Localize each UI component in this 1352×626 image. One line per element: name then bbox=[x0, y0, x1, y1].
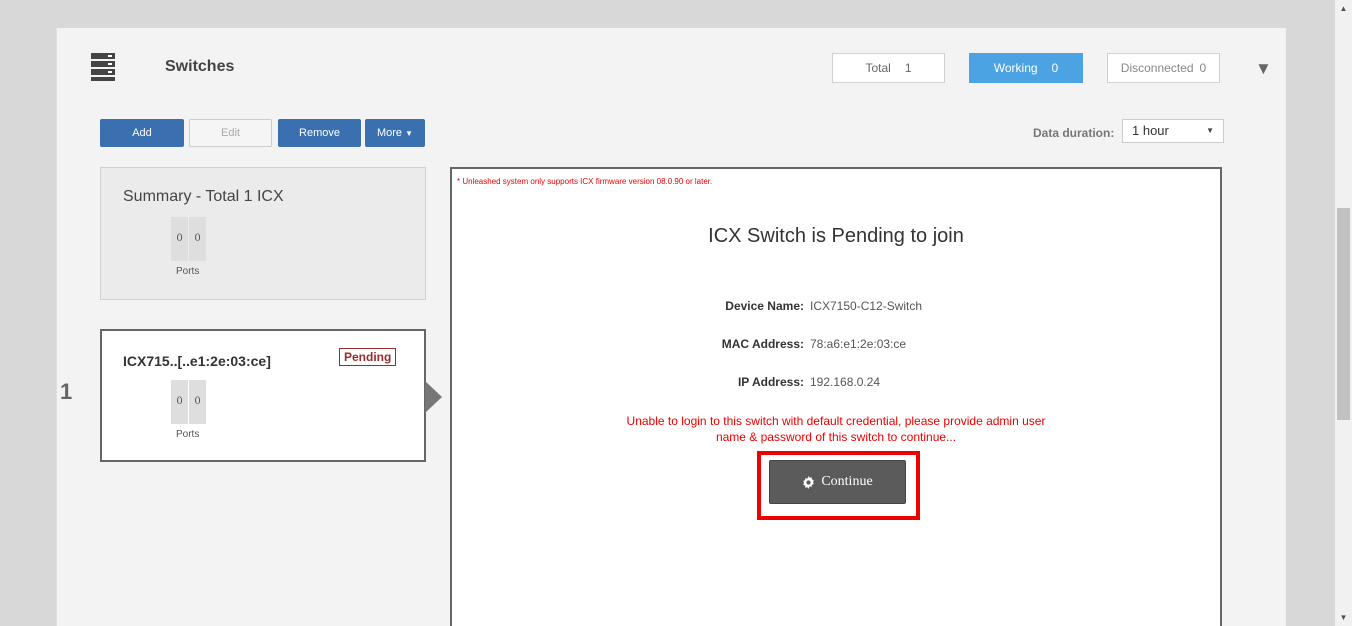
firmware-note: * Unleashed system only supports ICX fir… bbox=[457, 177, 713, 186]
collapse-triangle-icon[interactable]: ▼ bbox=[1255, 59, 1272, 79]
ports-label: Ports bbox=[176, 429, 200, 440]
total-label: Total bbox=[865, 61, 891, 75]
device-name-key: Device Name: bbox=[725, 299, 804, 313]
port-count-box: 0 bbox=[189, 217, 206, 261]
more-label: More bbox=[376, 127, 403, 139]
port-count-box: 0 bbox=[171, 217, 188, 261]
edit-button[interactable]: Edit bbox=[189, 119, 272, 147]
error-line: name & password of this switch to contin… bbox=[715, 430, 957, 444]
mac-address-value: 78:a6:e1:2e:03:ce bbox=[810, 337, 907, 351]
remove-button[interactable]: Remove bbox=[278, 119, 361, 147]
mac-address-key: MAC Address: bbox=[721, 337, 804, 351]
disconnected-label: Disconnected bbox=[1120, 61, 1194, 75]
port-count-box: 0 bbox=[189, 380, 206, 424]
scroll-down-icon[interactable]: ▼ bbox=[1335, 609, 1352, 626]
working-value: 0 bbox=[1051, 61, 1059, 75]
status-badge: Pending bbox=[339, 348, 397, 366]
detail-title: ICX Switch is Pending to join bbox=[708, 225, 964, 247]
summary-card[interactable]: Summary - Total 1 ICX 0 0 Ports bbox=[100, 167, 426, 300]
gear-icon bbox=[803, 475, 815, 489]
continue-label: Continue bbox=[821, 474, 873, 489]
ip-address-value: 192.168.0.24 bbox=[810, 375, 881, 389]
port-count-box: 0 bbox=[171, 380, 188, 424]
working-label: Working bbox=[993, 61, 1038, 75]
data-duration-label: Data duration: bbox=[1033, 126, 1115, 140]
vertical-scrollbar[interactable]: ▲ ▼ bbox=[1335, 0, 1352, 626]
caret-down-icon: ▼ bbox=[1206, 126, 1214, 135]
app-frame: Switches Total 1 Working 0 Disconnected … bbox=[0, 0, 1335, 626]
ports-label: Ports bbox=[176, 266, 200, 277]
selection-pointer-arrow bbox=[425, 381, 442, 413]
scrollbar-thumb[interactable] bbox=[1337, 208, 1350, 420]
total-count-badge[interactable]: Total 1 bbox=[832, 53, 945, 83]
page-title: Switches bbox=[165, 58, 235, 75]
add-button[interactable]: Add bbox=[100, 119, 184, 147]
disconnected-value: 0 bbox=[1199, 61, 1207, 75]
error-line: Unable to login to this switch with defa… bbox=[626, 414, 1046, 428]
device-card[interactable]: ICX715..[..e1:2e:03:ce] Pending 0 0 Port… bbox=[100, 329, 426, 462]
total-value: 1 bbox=[904, 61, 912, 75]
device-name: ICX715..[..e1:2e:03:ce] bbox=[123, 353, 271, 369]
working-count-badge[interactable]: Working 0 bbox=[969, 53, 1083, 83]
duration-value: 1 hour bbox=[1132, 123, 1169, 138]
login-error-message: Unable to login to this switch with defa… bbox=[452, 413, 1220, 445]
row-number: 1 bbox=[60, 379, 73, 404]
scroll-up-icon[interactable]: ▲ bbox=[1335, 0, 1352, 17]
device-detail-panel: * Unleashed system only supports ICX fir… bbox=[450, 167, 1222, 626]
continue-button[interactable]: Continue bbox=[769, 460, 906, 504]
disconnected-count-badge[interactable]: Disconnected 0 bbox=[1107, 53, 1220, 83]
device-name-value: ICX7150-C12-Switch bbox=[810, 299, 923, 313]
ip-address-key: IP Address: bbox=[737, 375, 804, 389]
summary-title: Summary - Total 1 ICX bbox=[123, 188, 284, 205]
caret-down-icon: ▼ bbox=[405, 129, 414, 138]
switch-stack-icon bbox=[91, 53, 115, 81]
more-dropdown-button[interactable]: More ▼ bbox=[365, 119, 425, 147]
data-duration-select[interactable]: 1 hour ▼ bbox=[1122, 119, 1224, 143]
